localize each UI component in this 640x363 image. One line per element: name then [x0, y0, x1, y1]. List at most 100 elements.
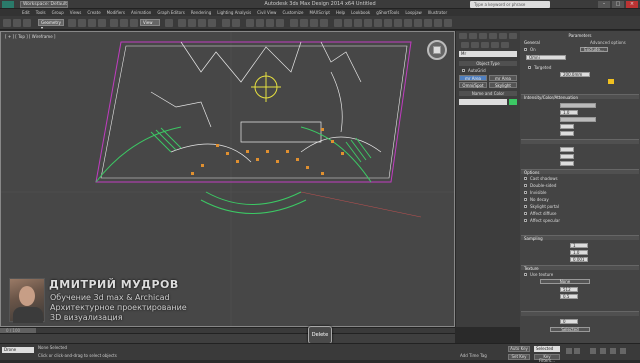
use-texture-checkbox[interactable]: [524, 273, 527, 276]
cameras-icon[interactable]: [491, 42, 499, 48]
menu-item[interactable]: gShortTools: [376, 9, 399, 16]
affect-diffuse-checkbox[interactable]: [524, 212, 527, 215]
mirror-icon[interactable]: [222, 19, 230, 27]
motion-tab-icon[interactable]: [489, 33, 497, 39]
tool-icon[interactable]: [374, 19, 382, 27]
scale-icon[interactable]: [130, 19, 138, 27]
menu-item[interactable]: MAXScript: [309, 9, 330, 16]
menu-item[interactable]: Loopjaw: [405, 9, 421, 16]
tool-icon[interactable]: [444, 19, 452, 27]
redo-icon[interactable]: [13, 19, 21, 27]
geometry-icon[interactable]: [461, 42, 469, 48]
resolution-field[interactable]: 512: [560, 287, 578, 292]
link-icon[interactable]: [23, 19, 31, 27]
tool-icon[interactable]: [334, 19, 342, 27]
adaptiveness-field[interactable]: 0.5: [560, 294, 578, 299]
play-icon[interactable]: [566, 348, 572, 354]
helpers-icon[interactable]: [501, 42, 509, 48]
targeted-checkbox[interactable]: [528, 66, 531, 69]
size-z-field[interactable]: [560, 161, 574, 166]
search-input[interactable]: Type a keyword or phrase: [470, 1, 550, 8]
minimize-icon[interactable]: –: [598, 1, 610, 8]
menu-item[interactable]: Create: [87, 9, 100, 16]
tool-icon[interactable]: [434, 19, 442, 27]
target-distance-field[interactable]: 200.0mm: [560, 72, 590, 77]
tool-icon[interactable]: [364, 19, 372, 27]
hierarchy-tab-icon[interactable]: [479, 33, 487, 39]
on-checkbox[interactable]: [524, 48, 527, 51]
render-icon[interactable]: [320, 19, 328, 27]
menu-item[interactable]: Rendering: [191, 9, 211, 16]
maximize-viewport-icon[interactable]: [620, 348, 626, 354]
menu-item[interactable]: Views: [70, 9, 82, 16]
affect-specular-checkbox[interactable]: [524, 219, 527, 222]
key-filters-button[interactable]: Key Filters...: [534, 354, 560, 363]
selected-field[interactable]: Selected: [550, 327, 590, 332]
menu-item[interactable]: Animation: [131, 9, 151, 16]
select-by-name-icon[interactable]: [78, 19, 86, 27]
color-mode-dropdown[interactable]: [560, 117, 596, 122]
menu-item[interactable]: Group: [52, 9, 64, 16]
color-swatch[interactable]: [608, 79, 614, 84]
autokey-button[interactable]: Auto Key: [508, 346, 530, 352]
display-tab-icon[interactable]: [499, 33, 507, 39]
no-decay-checkbox[interactable]: [524, 198, 527, 201]
menu-item[interactable]: Lookbook: [351, 9, 370, 16]
omni-spot-button[interactable]: Omni/Spot: [459, 82, 487, 88]
set-key-button[interactable]: Set Key: [508, 354, 530, 360]
menu-item[interactable]: Help: [336, 9, 345, 16]
filter-color-field[interactable]: [560, 131, 574, 136]
selection-set-dropdown[interactable]: Geometry ▾: [38, 19, 64, 30]
modify-tab-icon[interactable]: [469, 33, 477, 39]
spread-field[interactable]: 0: [560, 319, 578, 324]
lights-icon[interactable]: [481, 42, 489, 48]
kelvin-field[interactable]: [560, 124, 574, 129]
texture-section-header[interactable]: Texture: [521, 265, 639, 271]
object-name-field[interactable]: [459, 99, 507, 105]
utilities-tab-icon[interactable]: [509, 33, 517, 39]
pivot-icon[interactable]: [165, 19, 173, 27]
options-section-header[interactable]: Options: [521, 169, 639, 175]
texture-map-button[interactable]: None: [540, 279, 590, 284]
object-color-swatch[interactable]: [509, 99, 517, 105]
menu-item[interactable]: Illustrator: [428, 9, 447, 16]
schematic-icon[interactable]: [276, 19, 284, 27]
window-crossing-icon[interactable]: [98, 19, 106, 27]
menu-item[interactable]: Tools: [36, 9, 46, 16]
sampling-section-header[interactable]: Sampling: [521, 235, 639, 241]
create-tab-icon[interactable]: [459, 33, 467, 39]
render-setup-icon[interactable]: [300, 19, 308, 27]
track-bar[interactable]: [0, 333, 455, 343]
maxscript-listener[interactable]: Drone: [2, 347, 34, 353]
skylight-button[interactable]: Skylight: [489, 82, 517, 88]
tool-icon[interactable]: [404, 19, 412, 27]
multiplier-field[interactable]: 1.0: [560, 110, 578, 115]
intensity-section-header[interactable]: Intensity/Color/Attenuation: [521, 94, 639, 100]
spinner-snap-icon[interactable]: [208, 19, 216, 27]
object-type-header[interactable]: Object Type: [459, 61, 517, 66]
menu-item[interactable]: Lighting Analysis: [217, 9, 251, 16]
tool-icon[interactable]: [344, 19, 352, 27]
menu-item[interactable]: Modifiers: [107, 9, 125, 16]
graphite-icon[interactable]: [256, 19, 264, 27]
samples-field[interactable]: 1: [570, 243, 588, 248]
invisible-checkbox[interactable]: [524, 191, 527, 194]
orbit-icon[interactable]: [610, 348, 616, 354]
double-sided-checkbox[interactable]: [524, 184, 527, 187]
shapes-icon[interactable]: [471, 42, 479, 48]
advanced-options-tab[interactable]: Advanced options: [590, 40, 626, 45]
shadow-bias-field[interactable]: 1.0: [570, 250, 588, 255]
units-dropdown[interactable]: [560, 103, 596, 108]
light-type-dropdown[interactable]: Omni: [526, 55, 566, 60]
rotate-icon[interactable]: [120, 19, 128, 27]
menu-item[interactable]: Edit: [22, 9, 30, 16]
select-icon[interactable]: [68, 19, 76, 27]
pan-icon[interactable]: [600, 348, 606, 354]
render-frame-icon[interactable]: [310, 19, 318, 27]
mr-area-omni-button[interactable]: mr Area Omni: [459, 75, 487, 87]
percent-snap-icon[interactable]: [198, 19, 206, 27]
next-frame-icon[interactable]: [574, 348, 580, 354]
exclude-button[interactable]: Exclude...: [580, 47, 608, 52]
layer-icon[interactable]: [246, 19, 254, 27]
angle-snap-icon[interactable]: [188, 19, 196, 27]
